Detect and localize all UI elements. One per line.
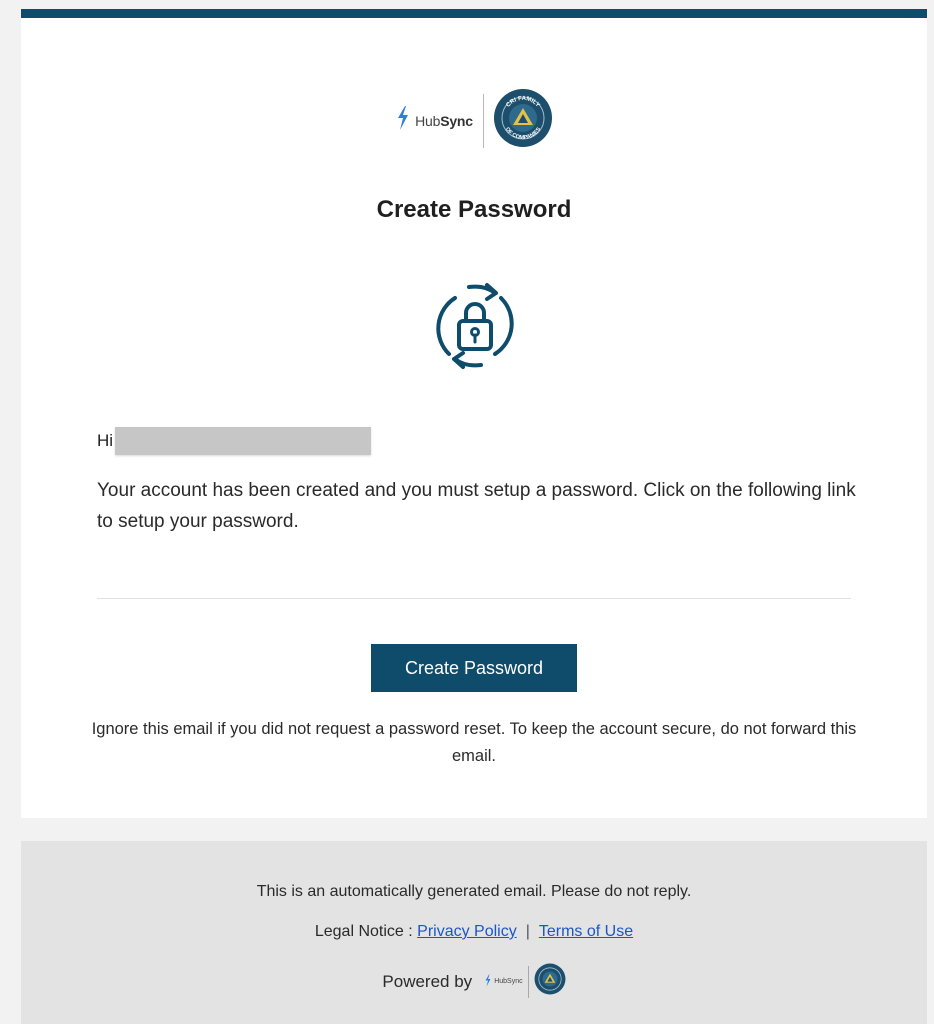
mini-logo-divider xyxy=(527,965,529,998)
privacy-policy-link[interactable]: Privacy Policy xyxy=(417,923,517,940)
mini-cri-seal-icon xyxy=(534,963,566,1000)
logo-row: HubSync CRI FAMILY OF COMPANIES xyxy=(21,88,927,153)
mini-hubsync-logo: HubSync xyxy=(484,974,523,989)
logo-divider xyxy=(482,93,484,148)
create-password-button[interactable]: Create Password xyxy=(371,644,577,692)
mini-hubsync-bolt-icon xyxy=(484,974,492,989)
powered-by: Powered by HubSync xyxy=(21,963,927,1000)
email-footer: This is an automatically generated email… xyxy=(21,841,927,1024)
powered-by-label: Powered by xyxy=(382,971,473,991)
email-container: HubSync CRI FAMILY OF COMPANIES Create P… xyxy=(21,9,927,818)
hubsync-wordmark: HubSync xyxy=(415,112,473,129)
page-title: Create Password xyxy=(376,196,572,223)
auto-generated-notice: This is an automatically generated email… xyxy=(256,883,692,900)
link-separator: | xyxy=(525,923,530,940)
lock-refresh-icon xyxy=(431,281,519,371)
message-body: Your account has been created and you mu… xyxy=(97,480,856,532)
security-note: Ignore this email if you did not request… xyxy=(91,720,857,765)
email-card: HubSync CRI FAMILY OF COMPANIES Create P… xyxy=(21,18,927,818)
greeting: Hi c xyxy=(97,427,372,455)
terms-of-use-link[interactable]: Terms of Use xyxy=(539,923,633,940)
legal-notice: Legal Notice : Privacy Policy | Terms of U… xyxy=(21,923,927,941)
cri-seal-icon: CRI FAMILY OF COMPANIES xyxy=(493,88,553,153)
divider xyxy=(97,598,851,599)
legal-label: Legal Notice : xyxy=(314,923,418,940)
hubsync-logo: HubSync xyxy=(395,93,473,149)
top-accent-bar xyxy=(21,9,927,18)
hubsync-bolt-icon xyxy=(395,105,411,136)
redacted-name xyxy=(115,427,372,455)
mini-hubsync-wordmark: HubSync xyxy=(494,978,523,985)
